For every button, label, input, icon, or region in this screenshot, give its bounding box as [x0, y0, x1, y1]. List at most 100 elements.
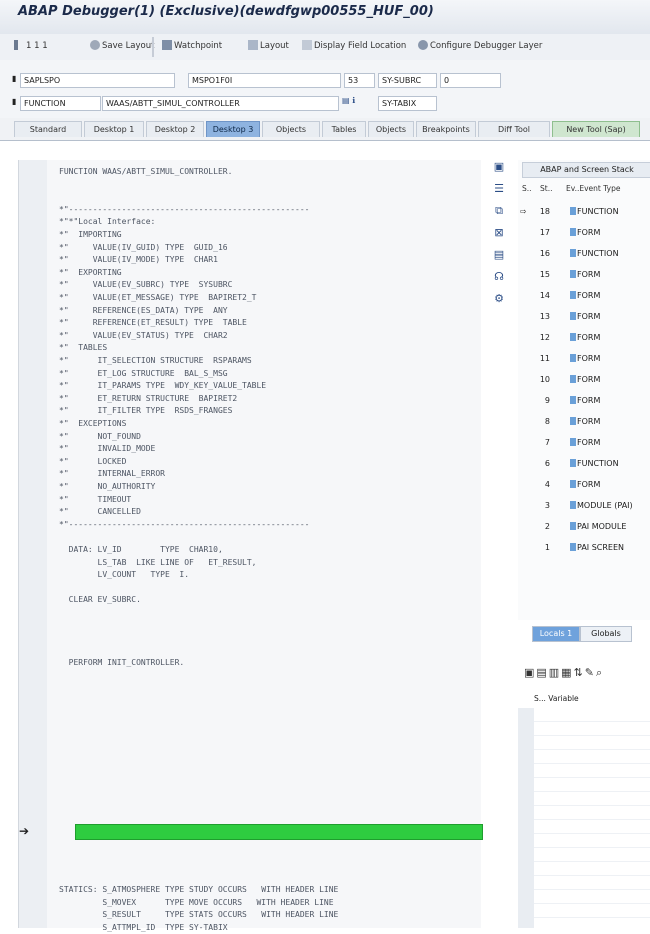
tab-2[interactable]: Desktop 2	[146, 121, 204, 137]
stack-row[interactable]: 9 FORM	[518, 391, 650, 411]
event-type: FORM	[577, 312, 601, 321]
tab-6[interactable]: Objects	[368, 121, 414, 137]
code-text: *" REFERENCE(ES_DATA) TYPE ANY	[59, 305, 228, 315]
event-type: FORM	[577, 333, 601, 342]
stack-row[interactable]: 2 PAI MODULE	[518, 517, 650, 537]
code-text: *" EXPORTING	[59, 267, 122, 277]
code-text: *" NO_AUTHORITY	[59, 482, 156, 491]
sy-subrc-value[interactable]: 0	[440, 73, 501, 88]
stack-row[interactable]: 17 FORM	[518, 223, 650, 243]
code-text: S_MOVEX TYPE MOVE OCCURS WITH HEADER LIN…	[59, 897, 334, 907]
variable-grid[interactable]	[518, 708, 650, 928]
event-type: PAI SCREEN	[577, 543, 625, 552]
variable-toolbar[interactable]: ▣▤▥▦⇅✎⌕	[524, 666, 604, 680]
list-icon[interactable]: ☰	[492, 182, 506, 196]
sy-subrc-label: SY-SUBRC	[378, 73, 437, 88]
code-text: *" IT_SELECTION STRUCTURE RSPARAMS	[59, 356, 252, 365]
tab-locals[interactable]: Locals 1	[532, 626, 580, 642]
settings-icon[interactable]: ⚙	[492, 292, 506, 306]
copy-icon[interactable]: ⧉	[492, 204, 506, 218]
event-type-icon	[570, 207, 576, 215]
stack-level: 9	[544, 396, 550, 405]
stack-row[interactable]: 1 PAI SCREEN	[518, 538, 650, 558]
stack-row[interactable]: 12 FORM	[518, 328, 650, 348]
event-type-icon	[570, 417, 576, 425]
step-buttons[interactable]: 1 1 1	[14, 40, 48, 54]
tab-3[interactable]: Desktop 3	[206, 121, 260, 137]
stack-level: 15	[539, 270, 550, 279]
breakpoint-icon[interactable]: ▣	[492, 160, 506, 174]
code-line: *" TABLES	[19, 342, 481, 354]
code-text: *" NOT_FOUND	[59, 431, 141, 441]
code-text: STATICS: S_ATMOSPHERE TYPE STUDY OCCURS …	[59, 885, 339, 895]
code-text: CLEAR EV_SUBRC.	[59, 595, 141, 605]
stack-level: 18	[539, 207, 550, 216]
display-fields-button[interactable]: Display Field Location	[302, 40, 406, 54]
title-bar: ABAP Debugger(1) (Exclusive)(dewdfgwp005…	[0, 0, 650, 35]
code-text: *" IMPORTING	[59, 230, 122, 239]
event-name-field[interactable]: WAAS/ABTT_SIMUL_CONTROLLER	[102, 96, 339, 111]
event-type-field[interactable]: FUNCTION	[20, 96, 101, 111]
tab-1[interactable]: Desktop 1	[84, 121, 144, 137]
line-field[interactable]: 53	[344, 73, 375, 88]
tab-8[interactable]: Diff Tool	[478, 121, 550, 137]
event-type: MODULE (PAI)	[577, 501, 633, 510]
stack-row[interactable]: 11 FORM	[518, 349, 650, 369]
layout-button[interactable]: Layout	[248, 40, 289, 54]
code-text: *" CANCELLED	[59, 507, 141, 517]
tab-0[interactable]: Standard	[14, 121, 82, 137]
code-line: *" NOT_FOUND	[19, 431, 481, 443]
stack-level: 11	[539, 354, 550, 363]
stack-row[interactable]: 10 FORM	[518, 370, 650, 390]
stack-level: 17	[539, 228, 550, 237]
stack-row[interactable]: 6 FUNCTION	[518, 454, 650, 474]
code-text: *" REFERENCE(ET_RESULT) TYPE TABLE	[59, 318, 247, 328]
tab-9[interactable]: New Tool (Sap)	[552, 121, 640, 137]
stack-row[interactable]: 3 MODULE (PAI)	[518, 496, 650, 516]
stack-level: 16	[539, 249, 550, 258]
headset-icon[interactable]: ☊	[492, 270, 506, 284]
include-field[interactable]: MSPO1F0I	[188, 73, 341, 88]
stack-col-type: Ev..Event Type	[566, 184, 621, 193]
stack-row[interactable]: 8 FORM	[518, 412, 650, 432]
table-icon[interactable]: ▤	[492, 248, 506, 262]
tab-globals[interactable]: Globals	[580, 626, 632, 642]
stack-level: 13	[539, 312, 550, 321]
tab-4[interactable]: Objects	[262, 121, 320, 137]
event-type-icon	[570, 333, 576, 341]
stack-row[interactable]: 7 FORM	[518, 433, 650, 453]
stop-icon[interactable]: ⊠	[492, 226, 506, 240]
event-type: FORM	[577, 417, 601, 426]
layout-icon	[248, 40, 258, 50]
stack-row[interactable]: 16 FUNCTION	[518, 244, 650, 264]
watchpoint-button[interactable]: Watchpoint	[162, 40, 222, 54]
current-line-highlight	[75, 824, 483, 840]
program-field[interactable]: SAPLSPO	[20, 73, 175, 88]
info-icon[interactable]: ▤ ℹ	[342, 96, 355, 105]
code-line: PERFORM INIT_CONTROLLER.	[19, 657, 481, 669]
stack-level: 2	[544, 522, 550, 531]
stack-row[interactable]: 4 FORM	[518, 475, 650, 495]
configure-layer-button[interactable]: Configure Debugger Layer	[418, 40, 542, 54]
stack-row[interactable]: 13 FORM	[518, 307, 650, 327]
event-type: FORM	[577, 228, 601, 237]
source-code-editor[interactable]: FUNCTION WAAS/ABTT_SIMUL_CONTROLLER. *"--…	[18, 160, 483, 932]
tab-5[interactable]: Tables	[322, 121, 366, 137]
event-type: FORM	[577, 375, 601, 384]
stack-pointer-icon: ⇨	[520, 207, 527, 216]
event-type: FUNCTION	[577, 459, 619, 468]
sy-tabix-label: SY-TABIX	[378, 96, 437, 111]
stack-row[interactable]: 14 FORM	[518, 286, 650, 306]
event-type-icon	[570, 270, 576, 278]
tab-7[interactable]: Breakpoints	[416, 121, 476, 137]
save-layout-button[interactable]: Save Layout	[90, 40, 154, 54]
code-line: *" INVALID_MODE	[19, 443, 481, 455]
stack-row[interactable]: 15 FORM	[518, 265, 650, 285]
stack-row[interactable]: ⇨ 18 FUNCTION	[518, 202, 650, 222]
